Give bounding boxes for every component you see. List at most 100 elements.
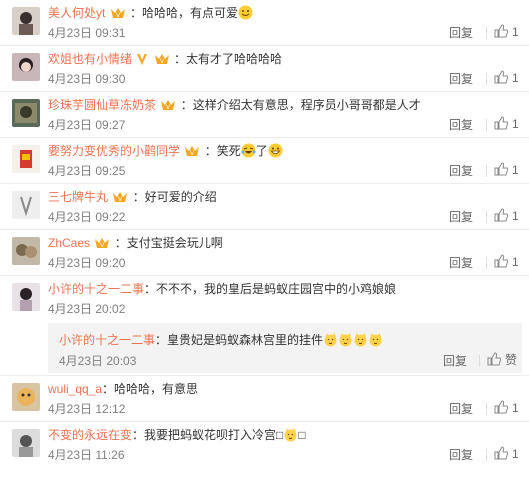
avatar[interactable]	[12, 99, 40, 127]
like-count: 1	[512, 255, 519, 269]
divider	[486, 211, 487, 223]
commenter-name[interactable]: 三七牌牛丸	[48, 190, 108, 204]
divider	[486, 119, 487, 131]
comment-text-tail: 了	[255, 144, 268, 158]
comment-text: ：不不不，我的皇后是蚂蚁庄园宫中的小鸡娘娘	[144, 282, 397, 296]
reply-button[interactable]: 回复	[449, 401, 473, 417]
box-glyph: □	[298, 428, 306, 442]
member-badge-icon: V	[112, 190, 128, 206]
comment-time: 4月23日 09:25	[48, 164, 126, 178]
like-button[interactable]: 赞	[487, 352, 517, 368]
like-count: 1	[512, 401, 519, 415]
comment-item: 三七牌牛丸 V ：好可爱的介绍 4月23日 09:22 回复 1	[0, 184, 529, 230]
reply-button[interactable]: 回复	[449, 163, 473, 179]
comment-item: 珍珠芋圆仙草冻奶茶 V ：这样介绍太有意思，程序员小哥哥都是人才 4月23日 0…	[0, 92, 529, 138]
commenter-name[interactable]: 不变的永远在变	[48, 428, 132, 442]
comment-item: 美人何处yt V ：哈哈哈，有点可爱 4月23日 09:31 回复 1	[0, 0, 529, 46]
reply-button[interactable]: 回复	[449, 71, 473, 87]
member-badge-icon: V	[184, 144, 200, 160]
thumbs-up-icon	[494, 24, 509, 38]
divider	[479, 355, 480, 367]
smile-emoji-icon	[238, 5, 253, 20]
thumbs-up-icon	[487, 352, 502, 366]
like-label: 赞	[505, 353, 518, 367]
like-button[interactable]: 1	[494, 70, 519, 86]
comment-time: 4月23日 20:03	[59, 354, 137, 368]
cat-emoji-icon	[338, 332, 353, 347]
like-button[interactable]: 1	[494, 24, 519, 40]
commenter-name[interactable]: 要努力变优秀的小鹳同学	[48, 144, 180, 158]
laugh-cry-emoji-icon	[241, 143, 256, 158]
reply-button[interactable]: 回复	[449, 209, 473, 225]
avatar[interactable]	[12, 283, 40, 311]
like-count: 1	[512, 25, 519, 39]
reply-button[interactable]: 回复	[449, 117, 473, 133]
comment-time: 4月23日 09:27	[48, 118, 126, 132]
divider	[486, 449, 487, 461]
verified-v-icon	[136, 52, 148, 68]
thumbs-up-icon	[494, 162, 509, 176]
like-count: 1	[512, 447, 519, 461]
divider	[486, 257, 487, 269]
comment-time: 4月23日 09:22	[48, 210, 126, 224]
avatar[interactable]	[12, 191, 40, 219]
reply-button[interactable]: 回复	[443, 353, 467, 369]
box-glyph: □	[276, 428, 284, 442]
cat-emoji-icon	[323, 332, 338, 347]
like-button[interactable]: 1	[494, 162, 519, 178]
comment-item: ZhCaes V ：支付宝挺会玩儿啊 4月23日 09:20 回复 1	[0, 230, 529, 276]
comment-time: 4月23日 12:12	[48, 402, 126, 416]
avatar[interactable]	[12, 7, 40, 35]
comment-text: ：好可爱的介绍	[132, 190, 217, 204]
avatar[interactable]	[12, 53, 40, 81]
thumbs-up-icon	[494, 254, 509, 268]
comment-time: 4月23日 09:31	[48, 26, 126, 40]
comment-text: ：笑死	[204, 144, 241, 158]
reply-button[interactable]: 回复	[449, 255, 473, 271]
comment-text: ：皇贵妃是蚂蚁森林宫里的挂件	[155, 333, 324, 347]
like-button[interactable]: 1	[494, 446, 519, 462]
member-badge-icon: V	[160, 98, 176, 114]
nested-reply: 小许的十之一二事：皇贵妃是蚂蚁森林宫里的挂件 4月23日 20:03 回复 赞	[48, 323, 522, 373]
comment-time: 4月23日 11:26	[48, 448, 125, 462]
comment-text: ：我要把蚂蚁花呗打入冷宫	[132, 428, 277, 442]
like-button[interactable]: 1	[494, 400, 519, 416]
commenter-name[interactable]: 欢姐也有小情绪	[48, 52, 132, 66]
commenter-name[interactable]: ZhCaes	[48, 236, 90, 250]
like-button[interactable]: 1	[494, 254, 519, 270]
commenter-name[interactable]: wuli_qq_a	[48, 382, 102, 396]
comment-time: 4月23日 20:02	[48, 302, 126, 316]
comment-text: ：哈哈哈，有意思	[102, 382, 199, 396]
avatar[interactable]	[12, 383, 40, 411]
avatar[interactable]	[12, 145, 40, 173]
like-button[interactable]: 1	[494, 116, 519, 132]
reply-button[interactable]: 回复	[449, 25, 473, 41]
comment-text: ：太有才了哈哈哈哈	[174, 52, 283, 66]
commenter-name[interactable]: 小许的十之一二事	[59, 333, 155, 347]
cat-emoji-icon	[368, 332, 383, 347]
commenter-name[interactable]: 珍珠芋圆仙草冻奶茶	[48, 98, 156, 112]
comment-time: 4月23日 09:30	[48, 72, 126, 86]
avatar[interactable]	[12, 429, 40, 457]
commenter-name[interactable]: 小许的十之一二事	[48, 282, 144, 296]
grin-emoji-icon	[268, 143, 283, 158]
like-button[interactable]: 1	[494, 208, 519, 224]
member-badge-icon: V	[110, 6, 126, 22]
comment-item: 欢姐也有小情绪 V ：太有才了哈哈哈哈 4月23日 09:30 回复 1	[0, 46, 529, 92]
divider	[486, 73, 487, 85]
thumbs-up-icon	[494, 70, 509, 84]
comment-text: ：支付宝挺会玩儿啊	[114, 236, 223, 250]
divider	[486, 27, 487, 39]
thumbs-up-icon	[494, 116, 509, 130]
commenter-name[interactable]: 美人何处yt	[48, 6, 105, 20]
cat-emoji-icon	[283, 427, 298, 442]
avatar[interactable]	[12, 237, 40, 265]
comment-text: ：这样介绍太有意思，程序员小哥哥都是人才	[180, 98, 421, 112]
thumbs-up-icon	[494, 208, 509, 222]
comment-list: 美人何处yt V ：哈哈哈，有点可爱 4月23日 09:31 回复 1 欢姐也有…	[0, 0, 529, 468]
like-count: 1	[512, 71, 519, 85]
like-count: 1	[512, 163, 519, 177]
divider	[486, 403, 487, 415]
comment-item: 不变的永远在变：我要把蚂蚁花呗打入冷宫□ □ 4月23日 11:26 回复 1	[0, 422, 529, 468]
reply-button[interactable]: 回复	[449, 447, 473, 463]
